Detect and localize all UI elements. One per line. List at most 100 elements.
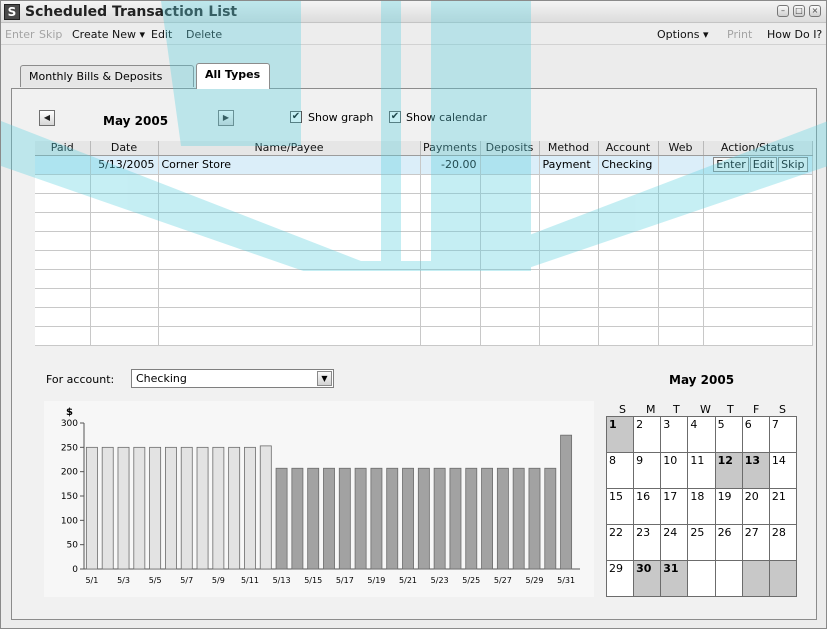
empty-cell[interactable] bbox=[703, 174, 813, 194]
empty-cell[interactable] bbox=[658, 326, 704, 346]
skip-action-button[interactable]: Skip bbox=[778, 157, 808, 172]
table-row[interactable] bbox=[35, 269, 813, 289]
calendar-day[interactable]: 8 bbox=[605, 452, 635, 489]
calendar-day[interactable]: 21 bbox=[768, 488, 798, 525]
table-row[interactable] bbox=[35, 174, 813, 194]
empty-cell[interactable] bbox=[598, 174, 659, 194]
empty-cell[interactable] bbox=[598, 193, 659, 213]
calendar-day[interactable]: 26 bbox=[714, 524, 743, 561]
empty-cell[interactable] bbox=[158, 269, 421, 289]
empty-cell[interactable] bbox=[158, 326, 421, 346]
empty-cell[interactable] bbox=[90, 212, 159, 232]
cell-web[interactable] bbox=[658, 155, 704, 175]
empty-cell[interactable] bbox=[35, 212, 91, 232]
chevron-down-icon[interactable]: ▼ bbox=[317, 371, 332, 386]
empty-cell[interactable] bbox=[658, 307, 704, 327]
empty-cell[interactable] bbox=[90, 174, 159, 194]
empty-cell[interactable] bbox=[35, 288, 91, 308]
empty-cell[interactable] bbox=[420, 250, 481, 270]
column-header-date[interactable]: Date bbox=[90, 141, 159, 156]
calendar-day[interactable]: 6 bbox=[741, 416, 770, 453]
table-row[interactable] bbox=[35, 193, 813, 213]
calendar-day[interactable]: 7 bbox=[768, 416, 798, 453]
empty-cell[interactable] bbox=[539, 326, 599, 346]
table-row[interactable] bbox=[35, 250, 813, 270]
calendar-day[interactable]: 14 bbox=[768, 452, 798, 489]
calendar-day[interactable]: 15 bbox=[605, 488, 635, 525]
calendar-day[interactable]: 4 bbox=[687, 416, 716, 453]
empty-cell[interactable] bbox=[480, 193, 540, 213]
calendar-day[interactable]: 19 bbox=[714, 488, 743, 525]
empty-cell[interactable] bbox=[480, 326, 540, 346]
empty-cell[interactable] bbox=[480, 288, 540, 308]
empty-cell[interactable] bbox=[598, 250, 659, 270]
close-button[interactable]: × bbox=[809, 5, 821, 17]
empty-cell[interactable] bbox=[658, 269, 704, 289]
empty-cell[interactable] bbox=[539, 307, 599, 327]
tab-monthly-bills-deposits[interactable]: Monthly Bills & Deposits bbox=[20, 65, 194, 87]
empty-cell[interactable] bbox=[90, 231, 159, 251]
cell-paid[interactable] bbox=[35, 155, 91, 175]
cell-method[interactable]: Payment bbox=[539, 155, 599, 175]
calendar-day[interactable]: 29 bbox=[605, 560, 635, 597]
empty-cell[interactable] bbox=[598, 326, 659, 346]
empty-cell[interactable] bbox=[90, 250, 159, 270]
empty-cell[interactable] bbox=[90, 193, 159, 213]
calendar-day[interactable]: 24 bbox=[660, 524, 689, 561]
next-month-button[interactable]: ▶ bbox=[218, 110, 234, 126]
column-header-payee[interactable]: Name/Payee bbox=[158, 141, 421, 156]
menu-edit[interactable]: Edit bbox=[151, 28, 172, 41]
empty-cell[interactable] bbox=[90, 288, 159, 308]
empty-cell[interactable] bbox=[158, 231, 421, 251]
column-header-deposits[interactable]: Deposits bbox=[480, 141, 540, 156]
menu-delete[interactable]: Delete bbox=[186, 28, 222, 41]
empty-cell[interactable] bbox=[158, 250, 421, 270]
empty-cell[interactable] bbox=[703, 307, 813, 327]
empty-cell[interactable] bbox=[158, 174, 421, 194]
empty-cell[interactable] bbox=[658, 250, 704, 270]
empty-cell[interactable] bbox=[158, 193, 421, 213]
empty-cell[interactable] bbox=[539, 212, 599, 232]
empty-cell[interactable] bbox=[90, 269, 159, 289]
empty-cell[interactable] bbox=[703, 250, 813, 270]
calendar-day[interactable]: 3 bbox=[660, 416, 689, 453]
table-row[interactable] bbox=[35, 307, 813, 327]
tab-all-types[interactable]: All Types bbox=[196, 63, 270, 89]
empty-cell[interactable] bbox=[658, 212, 704, 232]
column-header-paid[interactable]: Paid bbox=[35, 141, 91, 156]
empty-cell[interactable] bbox=[658, 193, 704, 213]
empty-cell[interactable] bbox=[420, 326, 481, 346]
minimize-button[interactable]: – bbox=[777, 5, 789, 17]
enter-action-button[interactable]: Enter bbox=[713, 157, 749, 172]
calendar-day[interactable]: 1 bbox=[605, 416, 635, 453]
column-header-action-status[interactable]: Action/Status bbox=[703, 141, 813, 156]
empty-cell[interactable] bbox=[158, 307, 421, 327]
calendar-day[interactable]: 13 bbox=[741, 452, 770, 489]
empty-cell[interactable] bbox=[539, 231, 599, 251]
calendar-day[interactable]: 25 bbox=[687, 524, 716, 561]
prev-month-button[interactable]: ◀ bbox=[39, 110, 55, 126]
cell-date[interactable]: 5/13/2005 bbox=[90, 155, 159, 175]
empty-cell[interactable] bbox=[658, 174, 704, 194]
column-header-web[interactable]: Web bbox=[658, 141, 704, 156]
empty-cell[interactable] bbox=[480, 250, 540, 270]
calendar-day[interactable]: 5 bbox=[714, 416, 743, 453]
empty-cell[interactable] bbox=[539, 250, 599, 270]
menu-print[interactable]: Print bbox=[727, 28, 752, 41]
cell-payments[interactable]: -20.00 bbox=[420, 155, 481, 175]
empty-cell[interactable] bbox=[480, 231, 540, 251]
empty-cell[interactable] bbox=[703, 269, 813, 289]
calendar-day[interactable]: 16 bbox=[633, 488, 662, 525]
cell-payee[interactable]: Corner Store bbox=[158, 155, 421, 175]
cell-account[interactable]: Checking bbox=[598, 155, 659, 175]
empty-cell[interactable] bbox=[703, 231, 813, 251]
calendar-day[interactable]: 18 bbox=[687, 488, 716, 525]
table-row[interactable] bbox=[35, 288, 813, 308]
maximize-button[interactable]: □ bbox=[793, 5, 805, 17]
empty-cell[interactable] bbox=[598, 212, 659, 232]
empty-cell[interactable] bbox=[703, 326, 813, 346]
calendar-day[interactable]: 9 bbox=[633, 452, 662, 489]
empty-cell[interactable] bbox=[703, 212, 813, 232]
empty-cell[interactable] bbox=[480, 212, 540, 232]
column-header-account[interactable]: Account bbox=[598, 141, 659, 156]
